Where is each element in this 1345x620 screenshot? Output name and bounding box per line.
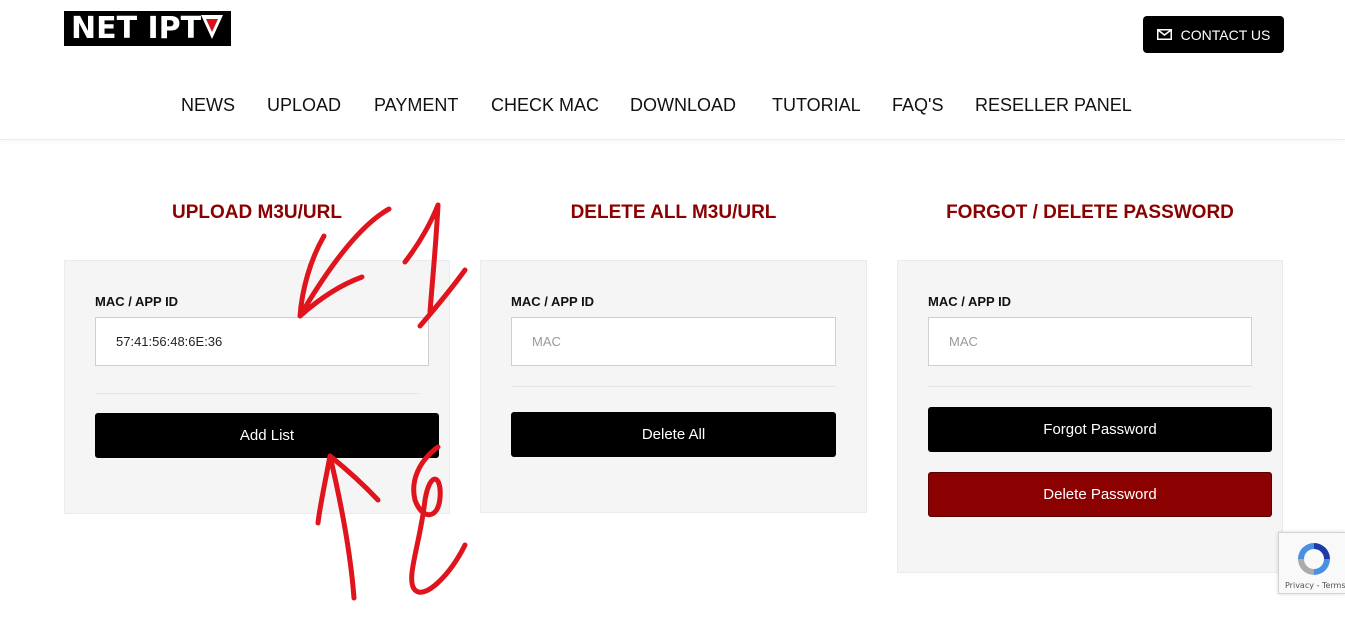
nav-item-download[interactable]: DOWNLOAD [630, 95, 736, 116]
logo-text: NET IPT [71, 11, 202, 46]
contact-us-button[interactable]: CONTACT US [1143, 16, 1284, 53]
nav-item-payment[interactable]: PAYMENT [374, 95, 458, 116]
upload-section-title: UPLOAD M3U/URL [172, 202, 342, 223]
main-nav: NEWS UPLOAD PAYMENT CHECK MAC DOWNLOAD T… [0, 95, 1345, 121]
password-mac-input[interactable] [928, 317, 1252, 366]
password-divider [928, 386, 1252, 387]
forgot-password-button[interactable]: Forgot Password [928, 407, 1272, 452]
delete-password-button[interactable]: Delete Password [928, 472, 1272, 517]
site-header: NET IPT CONTACT US NEWS UPLOAD PAYMENT C… [0, 0, 1345, 140]
delete-all-mac-input[interactable] [511, 317, 836, 366]
upload-mac-label: MAC / APP ID [95, 294, 179, 309]
delete-all-button[interactable]: Delete All [511, 412, 836, 457]
delete-all-section-title: DELETE ALL M3U/URL [570, 202, 777, 223]
nav-item-faqs[interactable]: FAQ'S [892, 95, 943, 116]
add-list-button[interactable]: Add List [95, 413, 439, 458]
upload-divider [95, 393, 419, 394]
delete-all-divider [511, 386, 836, 387]
red-triangle-v-icon [201, 14, 224, 40]
nav-item-tutorial[interactable]: TUTORIAL [772, 95, 861, 116]
nav-item-check-mac[interactable]: CHECK MAC [491, 95, 599, 116]
password-section-title: FORGOT / DELETE PASSWORD [946, 202, 1234, 223]
nav-item-upload[interactable]: UPLOAD [267, 95, 341, 116]
upload-mac-input[interactable] [95, 317, 429, 366]
contact-us-label: CONTACT US [1180, 26, 1271, 43]
upload-card: MAC / APP ID Add List [64, 260, 450, 514]
delete-all-card: MAC / APP ID Delete All [480, 260, 867, 513]
delete-all-mac-label: MAC / APP ID [511, 294, 595, 309]
site-logo[interactable]: NET IPT [64, 11, 231, 46]
nav-item-reseller-panel[interactable]: RESELLER PANEL [975, 95, 1132, 116]
envelope-icon [1156, 29, 1172, 40]
recaptcha-badge[interactable]: Privacy - Terms [1278, 532, 1345, 594]
recaptcha-footer-text[interactable]: Privacy - Terms [1285, 581, 1345, 590]
password-card: MAC / APP ID Forgot Password Delete Pass… [897, 260, 1283, 573]
nav-item-news[interactable]: NEWS [181, 95, 235, 116]
password-mac-label: MAC / APP ID [928, 294, 1012, 309]
